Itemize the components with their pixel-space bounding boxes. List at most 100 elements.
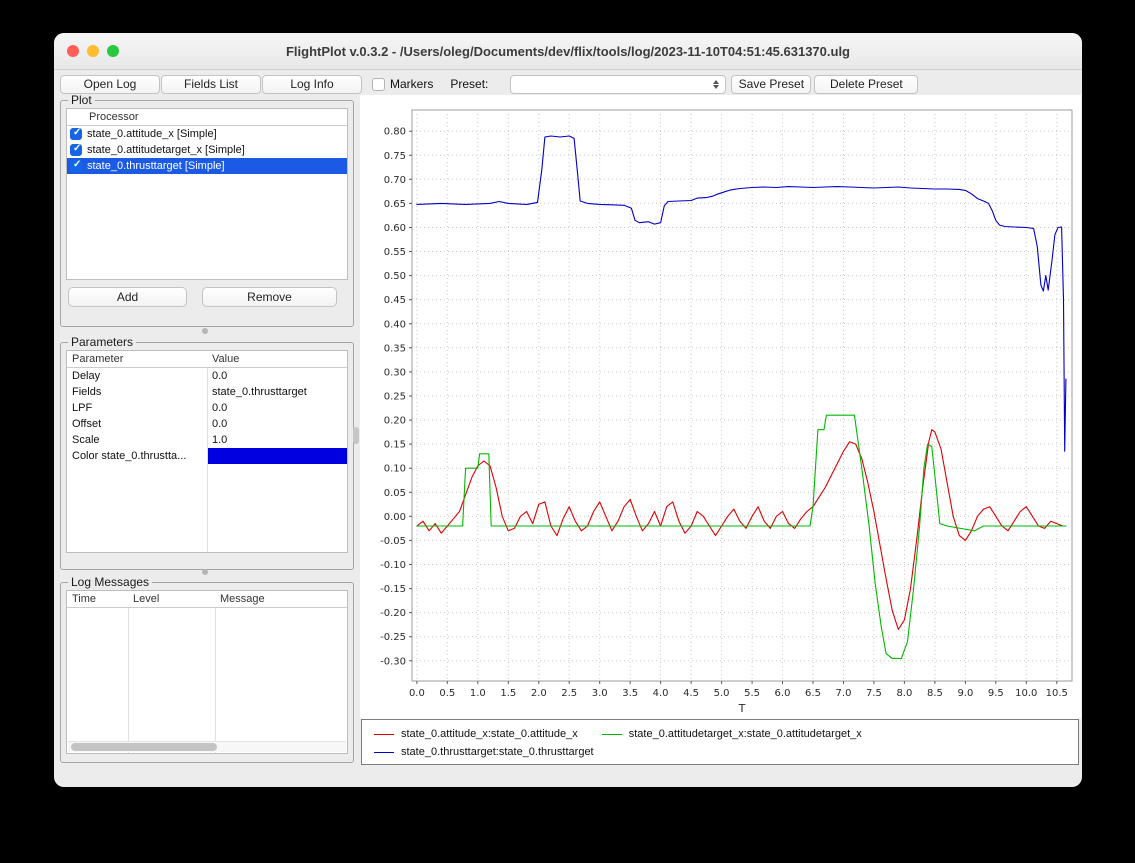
parameter-name: Offset (67, 416, 207, 432)
titlebar: FlightPlot v.0.3.2 - /Users/oleg/Documen… (54, 33, 1082, 70)
chart-legend: state_0.attitude_x:state_0.attitude_x st… (361, 719, 1079, 765)
markers-label: Markers (390, 77, 433, 91)
svg-text:-0.25: -0.25 (380, 632, 406, 643)
svg-text:0.35: 0.35 (384, 343, 406, 354)
fields-list-button[interactable]: Fields List (161, 75, 261, 94)
plot-buttons: Add Remove (66, 287, 348, 307)
svg-text:0.55: 0.55 (384, 247, 406, 258)
column-divider (128, 591, 129, 753)
svg-text:6.0: 6.0 (775, 688, 791, 699)
column-header-time: Time (67, 591, 128, 607)
plot-row-label: state_0.thrusttarget [Simple] (87, 160, 225, 172)
svg-text:4.5: 4.5 (683, 688, 699, 699)
svg-text:-0.15: -0.15 (380, 584, 406, 595)
svg-text:2.0: 2.0 (531, 688, 547, 699)
row-checkbox[interactable] (70, 144, 82, 156)
svg-text:0.60: 0.60 (384, 223, 406, 234)
legend-item: state_0.attitude_x:state_0.attitude_x (374, 728, 578, 740)
parameter-value: 0.0 (207, 368, 347, 384)
app-window: FlightPlot v.0.3.2 - /Users/oleg/Documen… (54, 33, 1082, 787)
legend-line-sample (602, 734, 622, 735)
plot-row[interactable]: state_0.attitude_x [Simple] (67, 126, 347, 142)
splitter-dot[interactable] (202, 569, 208, 575)
log-info-button[interactable]: Log Info (262, 75, 362, 94)
log-messages-panel: Log Messages Time Level Message (60, 575, 354, 763)
svg-text:1.5: 1.5 (500, 688, 516, 699)
remove-button[interactable]: Remove (202, 287, 337, 307)
svg-text:-0.10: -0.10 (380, 560, 406, 571)
chart[interactable]: 0.00.51.01.52.02.53.03.54.04.55.05.56.06… (360, 95, 1081, 719)
svg-text:0.25: 0.25 (384, 392, 406, 403)
plot-row-label: state_0.attitude_x [Simple] (87, 128, 217, 140)
log-messages-table: Time Level Message (66, 590, 348, 754)
svg-text:9.5: 9.5 (988, 688, 1004, 699)
parameter-name: Delay (67, 368, 207, 384)
svg-text:8.0: 8.0 (896, 688, 912, 699)
svg-text:0.50: 0.50 (384, 271, 406, 282)
parameters-panel: Parameters Parameter Value Delay 0.0 Fie… (60, 335, 354, 570)
preset-combobox[interactable] (510, 75, 726, 94)
legend-item: state_0.attitudetarget_x:state_0.attitud… (602, 728, 862, 740)
svg-text:5.0: 5.0 (714, 688, 730, 699)
svg-text:T: T (738, 702, 746, 715)
column-header-level: Level (128, 591, 215, 607)
svg-text:3.0: 3.0 (592, 688, 608, 699)
plot-row[interactable]: state_0.attitudetarget_x [Simple] (67, 142, 347, 158)
delete-preset-button[interactable]: Delete Preset (814, 75, 918, 94)
parameter-value: 0.0 (207, 400, 347, 416)
svg-text:0.10: 0.10 (384, 464, 406, 475)
add-button[interactable]: Add (68, 287, 187, 307)
splitter-grip[interactable] (353, 427, 359, 444)
legend-label: state_0.attitude_x:state_0.attitude_x (401, 728, 578, 740)
svg-text:0.05: 0.05 (384, 488, 406, 499)
row-checkbox[interactable] (70, 160, 82, 172)
scrollbar-thumb[interactable] (71, 743, 217, 751)
legend-row: state_0.attitude_x:state_0.attitude_x st… (374, 725, 1066, 743)
svg-text:10.0: 10.0 (1015, 688, 1037, 699)
svg-text:0.75: 0.75 (384, 151, 406, 162)
combo-stepper-icon (709, 78, 722, 91)
open-log-button[interactable]: Open Log (60, 75, 160, 94)
parameter-name: LPF (67, 400, 207, 416)
legend-row: state_0.thrusttarget:state_0.thrusttarge… (374, 743, 1066, 761)
legend-label: state_0.attitudetarget_x:state_0.attitud… (629, 728, 862, 740)
parameter-name: Fields (67, 384, 207, 400)
plot-row[interactable]: state_0.thrusttarget [Simple] (67, 158, 347, 174)
plot-table: Processor state_0.attitude_x [Simple] st… (66, 108, 348, 280)
log-messages-panel-title: Log Messages (68, 575, 152, 589)
legend-label: state_0.thrusttarget:state_0.thrusttarge… (401, 746, 594, 758)
plot-table-header: Processor (67, 109, 347, 126)
parameter-value: 1.0 (207, 432, 347, 448)
chart-svg: 0.00.51.01.52.02.53.03.54.04.55.05.56.06… (360, 95, 1081, 719)
save-preset-button[interactable]: Save Preset (731, 75, 811, 94)
svg-text:3.5: 3.5 (622, 688, 638, 699)
log-table-header: Time Level Message (67, 591, 347, 608)
column-header-value: Value (207, 351, 347, 367)
svg-text:0.15: 0.15 (384, 440, 406, 451)
column-header-processor: Processor (67, 109, 139, 125)
legend-line-sample (374, 752, 394, 753)
svg-text:0.0: 0.0 (409, 688, 425, 699)
svg-text:-0.05: -0.05 (380, 536, 406, 547)
markers-checkbox[interactable] (372, 78, 385, 91)
svg-text:9.0: 9.0 (957, 688, 973, 699)
row-checkbox[interactable] (70, 128, 82, 140)
horizontal-scrollbar[interactable] (68, 741, 346, 752)
window-title: FlightPlot v.0.3.2 - /Users/oleg/Documen… (54, 33, 1082, 70)
svg-text:0.80: 0.80 (384, 127, 406, 138)
svg-text:1.0: 1.0 (470, 688, 486, 699)
preset-label: Preset: (450, 77, 488, 91)
svg-text:10.5: 10.5 (1046, 688, 1068, 699)
column-header-parameter: Parameter (67, 351, 207, 367)
svg-text:4.0: 4.0 (653, 688, 669, 699)
splitter-dot[interactable] (202, 328, 208, 334)
svg-text:0.5: 0.5 (439, 688, 455, 699)
column-header-message: Message (215, 591, 347, 607)
svg-text:-0.30: -0.30 (380, 656, 406, 667)
param-color-swatch[interactable] (207, 448, 347, 464)
legend-item: state_0.thrusttarget:state_0.thrusttarge… (374, 746, 594, 758)
svg-text:7.5: 7.5 (866, 688, 882, 699)
parameters-panel-title: Parameters (68, 335, 136, 349)
svg-text:0.45: 0.45 (384, 295, 406, 306)
column-divider (215, 591, 216, 753)
